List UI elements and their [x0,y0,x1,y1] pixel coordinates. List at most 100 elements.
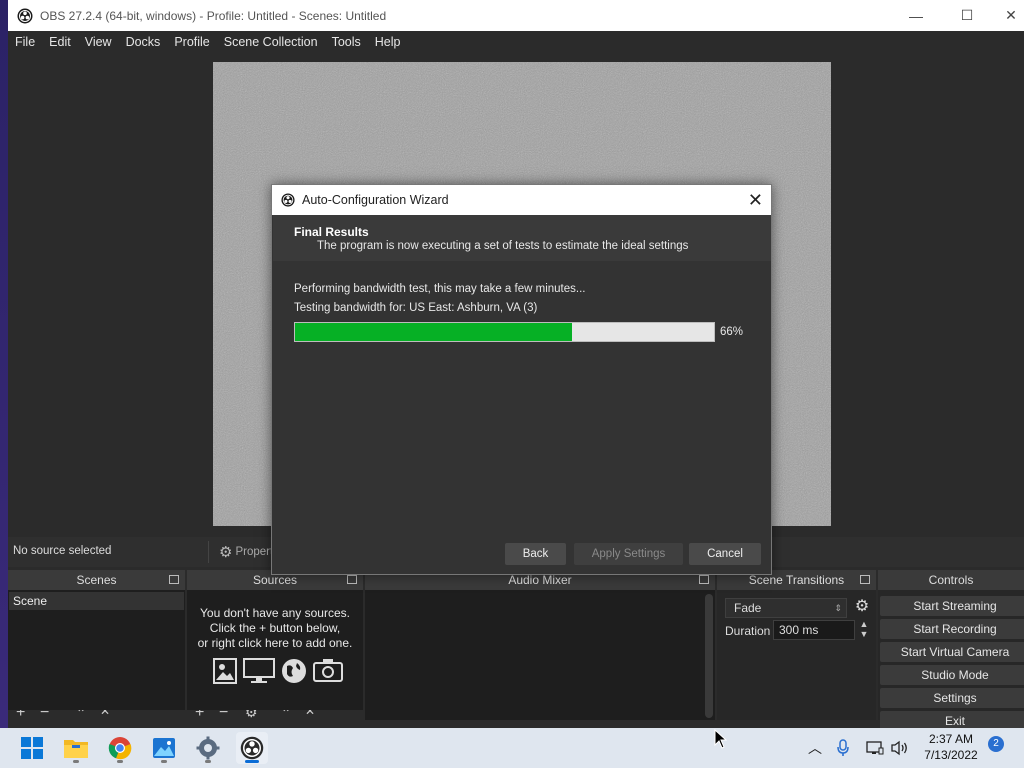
menu-scene-collection[interactable]: Scene Collection [217,35,325,49]
file-explorer-button[interactable] [60,732,92,764]
window-title: OBS 27.2.4 (64-bit, windows) - Profile: … [40,8,387,23]
obs-taskbar-button[interactable] [236,732,268,764]
list-item[interactable]: Scene [9,592,184,610]
clock-time: 2:37 AM [928,732,974,746]
menu-profile[interactable]: Profile [167,35,216,49]
monitor-icon [243,658,275,683]
close-button[interactable]: ✕ [988,0,1024,31]
scenes-list[interactable]: Scene [8,590,185,720]
add-icon[interactable]: + [195,710,204,720]
clock[interactable]: 2:37 AM 7/13/2022 [918,731,984,763]
remove-icon[interactable]: − [219,710,228,720]
close-icon[interactable]: ✕ [748,191,763,209]
cancel-button[interactable]: Cancel [689,543,761,565]
photos-button[interactable] [148,732,180,764]
settings-app-button[interactable] [192,732,224,764]
start-virtual-camera-button[interactable]: Start Virtual Camera [880,642,1024,662]
remove-icon[interactable]: − [40,710,49,720]
globe-icon [282,659,306,683]
float-dock-icon[interactable] [169,575,179,584]
float-dock-icon[interactable] [699,575,709,584]
studio-mode-button[interactable]: Studio Mode [880,665,1024,685]
start-streaming-button[interactable]: Start Streaming [880,596,1024,616]
no-sources-line2: Click the + button below, [209,621,341,635]
scenes-dock: Scenes Scene + − ⌃ ✕ [8,570,185,720]
transition-select[interactable]: Fade ⇕ [725,598,847,618]
volume-control[interactable] [890,728,910,768]
title-bar: OBS 27.2.4 (64-bit, windows) - Profile: … [8,0,1024,31]
taskbar: ︿ 2:37 AM 7/13/2022 [0,728,1024,768]
gear-icon[interactable]: ⚙ [245,710,258,720]
speaker-icon [891,740,907,756]
scenes-dock-title: Scenes [8,570,185,590]
mixer-scrollbar[interactable] [705,594,713,718]
scene-transitions-dock: Scene Transitions Fade ⇕ ⚙ Duration 300 … [717,570,876,720]
scenes-title: Scenes [76,573,117,587]
show-hidden-icons[interactable]: ︿ [808,728,822,768]
move-down-icon[interactable]: ✕ [100,710,110,718]
settings-button[interactable]: Settings [880,688,1024,708]
chrome-button[interactable] [104,732,136,764]
no-sources-line1: You don't have any sources. [200,606,350,620]
start-button[interactable] [16,732,48,764]
network-icon [866,741,884,755]
status-text: Performing bandwidth test, this may take… [294,283,586,295]
obs-logo-icon [240,736,264,760]
controls-dock-title: Controls [878,570,1024,590]
dialog-header: Final Results The program is now executi… [273,215,771,261]
close-icon: ✕ [1005,7,1017,23]
chevron-up-icon[interactable]: ▲ [857,619,871,629]
audio-mixer-dock: Audio Mixer [365,570,715,720]
move-down-icon[interactable]: ✕ [305,710,315,718]
exit-button[interactable]: Exit [880,711,1024,728]
running-indicator [161,760,167,763]
controls-body: Start Streaming Start Recording Start Vi… [878,590,1024,728]
float-dock-icon[interactable] [347,575,357,584]
properties-button[interactable]: ⚙ Propert [208,541,273,563]
no-source-label: No source selected [13,545,112,557]
move-up-icon[interactable]: ⌃ [281,710,291,720]
progress-percent: 66% [720,326,744,338]
menu-help[interactable]: Help [368,35,408,49]
menu-bar: File Edit View Docks Profile Scene Colle… [8,31,1024,53]
menu-tools[interactable]: Tools [325,35,368,49]
microphone-status[interactable] [836,728,850,768]
duration-spinner[interactable]: ▲ ▼ [857,619,871,641]
start-recording-button[interactable]: Start Recording [880,619,1024,639]
running-indicator [73,760,79,763]
minimize-icon: — [909,7,923,24]
menu-file[interactable]: File [8,35,42,49]
running-indicator [117,760,123,763]
float-dock-icon[interactable] [860,575,870,584]
menu-view[interactable]: View [78,35,119,49]
apply-settings-button[interactable]: Apply Settings [574,543,683,565]
maximize-button[interactable]: ☐ [944,0,990,31]
network-status[interactable] [866,728,884,768]
properties-label: Propert [235,546,274,558]
back-button[interactable]: Back [505,543,566,565]
desktop-background [0,0,8,728]
duration-field[interactable]: 300 ms [773,620,855,640]
add-icon[interactable]: + [16,710,25,720]
minimize-button[interactable]: — [893,0,939,31]
camera-icon [313,659,343,682]
gear-icon[interactable]: ⚙ [852,597,872,617]
testing-server-text: Testing bandwidth for: US East: Ashburn,… [294,302,538,314]
progress-fill [295,323,572,341]
gear-icon: ⚙ [219,544,233,561]
no-sources-message: You don't have any sources. Click the + … [187,606,363,651]
move-up-icon[interactable]: ⌃ [76,710,86,720]
menu-docks[interactable]: Docks [119,35,168,49]
chrome-icon [108,737,132,760]
active-indicator [245,760,259,763]
menu-edit[interactable]: Edit [42,35,78,49]
sources-list[interactable]: You don't have any sources. Click the + … [187,590,363,720]
progress-bar [294,322,715,342]
dialog-title: Auto-Configuration Wizard [302,193,449,207]
chevron-down-icon[interactable]: ▼ [857,629,871,639]
auto-config-dialog: Auto-Configuration Wizard ✕ Final Result… [271,184,772,575]
image-icon [213,658,237,684]
notification-badge[interactable]: 2 [988,736,1004,752]
chevron-up-icon: ︿ [808,740,822,756]
windows-logo-icon [21,737,43,759]
